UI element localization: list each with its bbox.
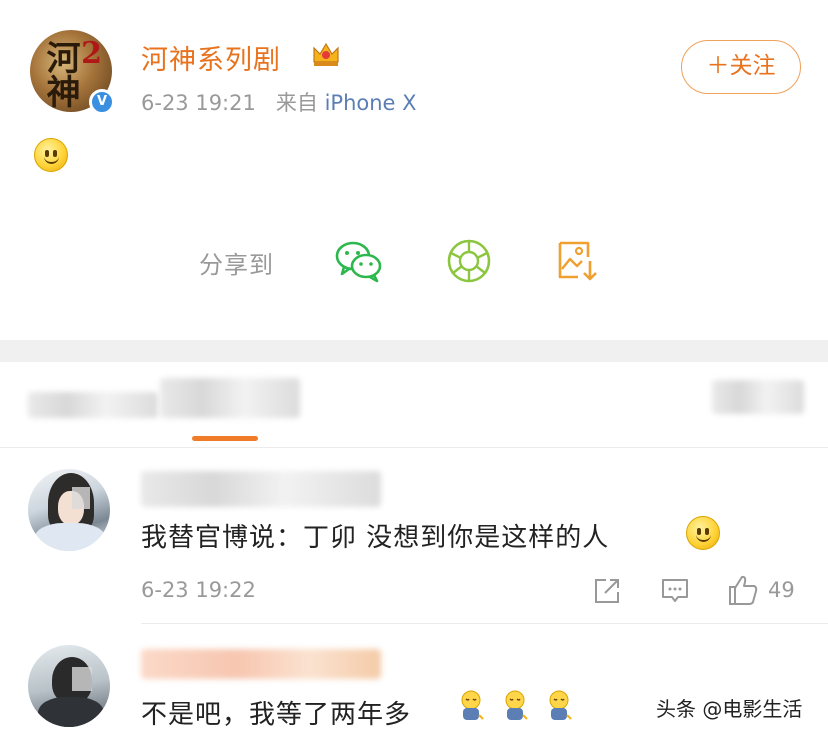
sleepy-emoji-icon bbox=[505, 690, 528, 720]
post-meta: 6-23 19:21 来自 iPhone X bbox=[141, 87, 417, 117]
comment-divider bbox=[141, 623, 828, 624]
post-source[interactable]: iPhone X bbox=[325, 91, 417, 115]
comment-item: 我替官博说：丁卯 没想到你是这样的人 6-23 19:22 49 bbox=[0, 449, 828, 624]
sleepy-emoji-icon bbox=[461, 690, 484, 720]
section-divider bbox=[0, 340, 828, 362]
save-image-icon[interactable] bbox=[554, 237, 604, 285]
post-time: 6-23 19:21 bbox=[141, 91, 256, 115]
tab-reposts-blurred[interactable] bbox=[28, 392, 158, 418]
commenter-name-blurred[interactable] bbox=[141, 471, 381, 507]
smile-emoji-icon bbox=[34, 138, 68, 172]
source-watermark: 头条 @电影生活 bbox=[656, 697, 803, 721]
verified-badge-icon: V bbox=[89, 89, 115, 115]
weibo-post: 河神 2 V 河神系列剧 6-23 19:21 来自 iPhone X ＋关注 … bbox=[0, 0, 828, 340]
share-label: 分享到 bbox=[199, 251, 274, 279]
commenter-avatar[interactable] bbox=[28, 469, 110, 551]
tab-likes-blurred[interactable] bbox=[712, 380, 804, 414]
author-name[interactable]: 河神系列剧 bbox=[141, 38, 281, 77]
moments-share-icon[interactable] bbox=[444, 237, 494, 285]
avatar-glyph: 河神 bbox=[40, 40, 80, 108]
source-prefix: 来自 bbox=[275, 91, 318, 115]
comment-text: 我替官博说：丁卯 没想到你是这样的人 bbox=[141, 523, 610, 553]
wechat-share-icon[interactable] bbox=[334, 237, 384, 285]
commenter-name-blurred[interactable] bbox=[141, 649, 381, 679]
active-tab-indicator bbox=[192, 436, 258, 441]
tab-bar bbox=[0, 362, 828, 448]
like-thumb-icon[interactable] bbox=[727, 573, 759, 607]
sleepy-emoji-icon bbox=[549, 690, 572, 720]
smile-emoji-icon bbox=[686, 516, 720, 550]
like-count: 49 bbox=[768, 578, 795, 602]
avatar-number: 2 bbox=[81, 36, 102, 71]
commenter-avatar[interactable] bbox=[28, 645, 110, 727]
reply-comment-icon[interactable] bbox=[660, 576, 690, 606]
vip-crown-icon bbox=[313, 42, 339, 66]
comment-time: 6-23 19:22 bbox=[141, 578, 256, 602]
comment-text: 不是吧，我等了两年多 bbox=[141, 700, 412, 730]
tab-comments-blurred[interactable] bbox=[160, 378, 300, 418]
repost-icon[interactable] bbox=[592, 576, 622, 606]
follow-button[interactable]: ＋关注 bbox=[681, 40, 801, 94]
